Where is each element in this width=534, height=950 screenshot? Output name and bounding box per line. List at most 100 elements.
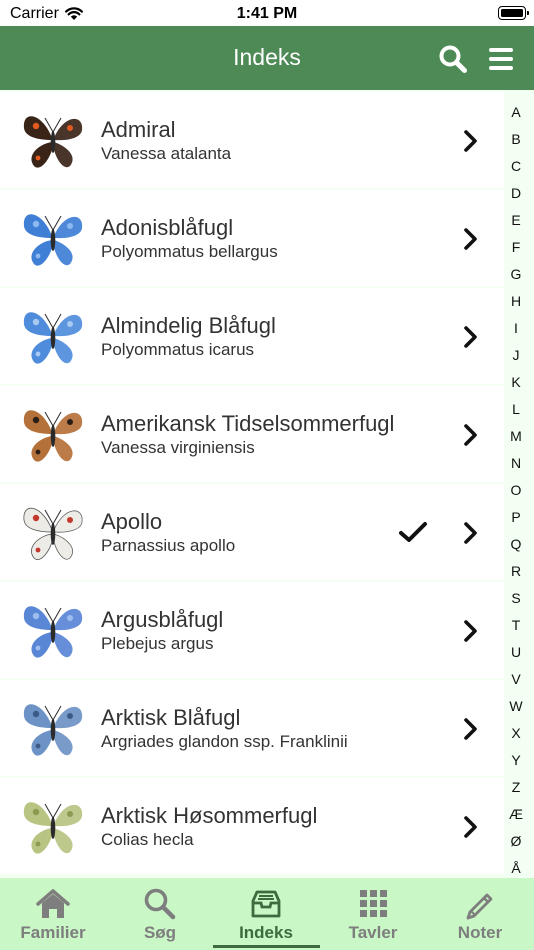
list-item[interactable]: Amerikansk Tidselsommerfugl Vanessa virgi… — [0, 386, 504, 482]
list-item-text: Adonisblåfugl Polyommatus bellargus — [101, 190, 434, 286]
alphabet-index-letter[interactable]: C — [502, 158, 530, 174]
alphabet-index-letter[interactable]: W — [502, 698, 530, 714]
list-item[interactable]: Arktisk Høsommerfugl Colias hecla — [0, 778, 504, 874]
list-item-text: Arktisk Høsommerfugl Colias hecla — [101, 778, 434, 874]
butterfly-thumbnail — [23, 410, 83, 462]
species-name: Arktisk Høsommerfugl — [101, 802, 318, 828]
alphabet-index-letter[interactable]: B — [502, 131, 530, 147]
alphabet-index-letter[interactable]: S — [502, 590, 530, 606]
alphabet-index-letter[interactable]: J — [502, 347, 530, 363]
status-bar: Carrier 1:41 PM — [0, 0, 534, 26]
chevron-right-icon — [464, 424, 477, 446]
list-item[interactable]: Almindelig Blåfugl Polyommatus icarus — [0, 288, 504, 384]
tab-sg[interactable]: Søg — [107, 878, 213, 950]
alphabet-index-letter[interactable]: M — [502, 428, 530, 444]
species-name: Arktisk Blåfugl — [101, 704, 241, 730]
alphabet-index-letter[interactable]: E — [502, 212, 530, 228]
alphabet-index-letter[interactable]: A — [502, 104, 530, 120]
tab-indeks[interactable]: Indeks — [213, 878, 319, 950]
list-item-text: Argusblåfugl Plebejus argus — [101, 582, 434, 678]
chevron-right-icon — [464, 522, 477, 544]
alphabet-index-letter[interactable]: L — [502, 401, 530, 417]
alphabet-index-letter[interactable]: V — [502, 671, 530, 687]
tab-label: Familier — [20, 923, 86, 942]
alphabet-index[interactable]: ABCDEFGHIJKLMNOPQRSTUVWXYZÆØÅ — [502, 90, 530, 878]
alphabet-index-letter[interactable]: R — [502, 563, 530, 579]
list-item-text: Arktisk Blåfugl Argriades glandon ssp. Fr… — [101, 680, 434, 776]
species-name: Argusblåfugl — [101, 606, 224, 632]
alphabet-index-letter[interactable]: Æ — [502, 806, 530, 822]
alphabet-index-letter[interactable]: F — [502, 239, 530, 255]
tab-noter[interactable]: Noter — [427, 878, 533, 950]
alphabet-index-letter[interactable]: Y — [502, 752, 530, 768]
tab-label: Indeks — [239, 923, 293, 942]
menu-icon[interactable] — [487, 46, 515, 72]
alphabet-index-letter[interactable]: T — [502, 617, 530, 633]
tab-label: Noter — [457, 923, 503, 942]
butterfly-thumbnail — [23, 507, 83, 560]
species-latin-name: Colias hecla — [101, 829, 194, 849]
alphabet-index-letter[interactable]: P — [502, 509, 530, 525]
chevron-right-icon — [464, 326, 477, 348]
search-icon — [144, 888, 176, 920]
list-item-text: Apollo Parnassius apollo — [101, 484, 434, 580]
alphabet-index-letter[interactable]: Q — [502, 536, 530, 552]
alphabet-index-letter[interactable]: O — [502, 482, 530, 498]
alphabet-index-letter[interactable]: H — [502, 293, 530, 309]
alphabet-index-letter[interactable]: Ø — [502, 833, 530, 849]
species-index-list[interactable]: Admiral Vanessa atalanta Adonisblåfugl Poly… — [0, 90, 534, 878]
alphabet-index-letter[interactable]: Z — [502, 779, 530, 795]
battery-icon — [498, 6, 529, 20]
butterfly-thumbnail — [23, 606, 83, 658]
species-name: Apollo — [101, 508, 163, 534]
species-name: Admiral — [101, 116, 176, 142]
list-item[interactable]: Arktisk Blåfugl Argriades glandon ssp. Fr… — [0, 680, 504, 776]
list-item[interactable]: Admiral Vanessa atalanta — [0, 92, 504, 188]
species-latin-name: Plebejus argus — [101, 633, 214, 653]
species-latin-name: Polyommatus bellargus — [101, 241, 278, 261]
list-item[interactable]: Apollo Parnassius apollo — [0, 484, 504, 580]
species-name: Adonisblåfugl — [101, 214, 234, 240]
pencil-icon — [466, 893, 493, 920]
list-item-text: Amerikansk Tidselsommerfugl Vanessa virgi… — [101, 386, 434, 482]
species-latin-name: Argriades glandon ssp. Franklinii — [101, 731, 348, 751]
butterfly-thumbnail — [23, 802, 83, 854]
alphabet-index-letter[interactable]: G — [502, 266, 530, 282]
alphabet-index-letter[interactable]: X — [502, 725, 530, 741]
navigation-bar: Indeks — [0, 26, 534, 90]
chevron-right-icon — [464, 130, 477, 152]
species-name: Almindelig Blåfugl — [101, 312, 276, 338]
list-item-text: Almindelig Blåfugl Polyommatus icarus — [101, 288, 434, 384]
tab-tavler[interactable]: Tavler — [320, 878, 426, 950]
tab-familier[interactable]: Familier — [0, 878, 106, 950]
grid-icon — [360, 890, 387, 917]
butterfly-thumbnail — [23, 312, 83, 364]
species-latin-name: Polyommatus icarus — [101, 339, 255, 359]
chevron-right-icon — [464, 228, 477, 250]
alphabet-index-letter[interactable]: K — [502, 374, 530, 390]
chevron-right-icon — [464, 816, 477, 838]
alphabet-index-letter[interactable]: U — [502, 644, 530, 660]
checkmark-icon — [399, 522, 427, 542]
alphabet-index-letter[interactable]: I — [502, 320, 530, 336]
alphabet-index-letter[interactable]: Å — [502, 860, 530, 876]
butterfly-thumbnail — [23, 704, 83, 756]
species-latin-name: Vanessa atalanta — [101, 143, 232, 163]
species-name: Amerikansk Tidselsommerfugl — [101, 410, 395, 436]
butterfly-thumbnail — [23, 214, 83, 266]
chevron-right-icon — [464, 620, 477, 642]
chevron-right-icon — [464, 718, 477, 740]
home-icon — [36, 889, 70, 918]
alphabet-index-letter[interactable]: D — [502, 185, 530, 201]
list-item[interactable]: Adonisblåfugl Polyommatus bellargus — [0, 190, 504, 286]
status-time: 1:41 PM — [236, 5, 298, 22]
inbox-tray-icon — [251, 890, 281, 918]
species-latin-name: Vanessa virginiensis — [101, 437, 255, 457]
alphabet-index-letter[interactable]: N — [502, 455, 530, 471]
tab-bar: Familier Søg Indeks Tavler Noter — [0, 878, 534, 950]
tab-label: Tavler — [348, 923, 398, 942]
tab-label: Søg — [143, 923, 177, 942]
list-item[interactable]: Argusblåfugl Plebejus argus — [0, 582, 504, 678]
butterfly-thumbnail — [23, 116, 83, 168]
search-icon[interactable] — [438, 44, 468, 74]
